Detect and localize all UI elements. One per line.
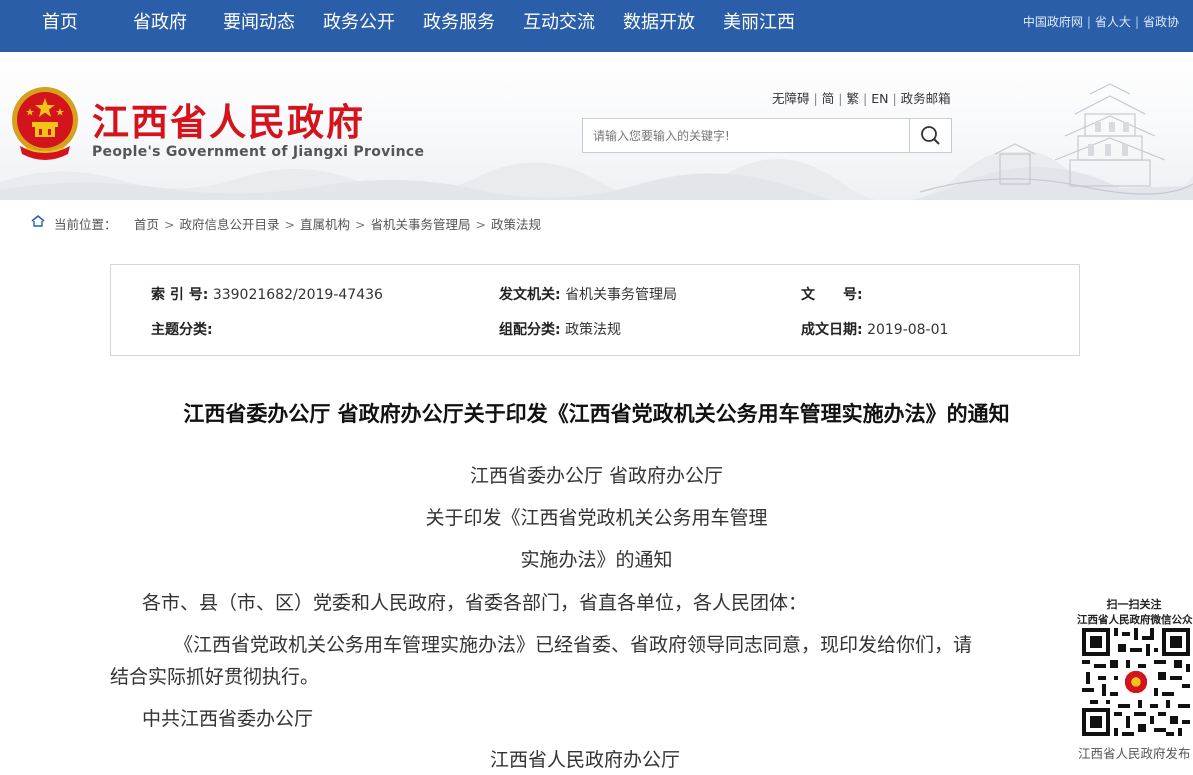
breadcrumb-item-affairs-bureau[interactable]: 省机关事务管理局 bbox=[371, 217, 471, 232]
divider: | bbox=[1134, 15, 1139, 29]
article-salutation: 各市、县（市、区）党委和人民政府，省委各部门，省直各单位，各人民团体： bbox=[142, 592, 808, 614]
meta-doc-number: 文 号: bbox=[801, 284, 863, 304]
nav-item-open-government[interactable]: 政务公开 bbox=[323, 0, 395, 52]
link-provincial-cppcc[interactable]: 省政协 bbox=[1143, 15, 1179, 29]
meta-date: 成文日期: 2019-08-01 bbox=[801, 319, 948, 339]
meta-issuer: 发文机关: 省机关事务管理局 bbox=[499, 284, 677, 304]
search-input[interactable] bbox=[583, 119, 909, 152]
meta-index-label: 索 引 号: bbox=[151, 287, 209, 303]
meta-date-label: 成文日期: bbox=[801, 322, 863, 338]
breadcrumb-separator: > bbox=[284, 217, 295, 232]
article-body-line: 《江西省党政机关公务用车管理实施办法》已经省委、省政府领导同志同意，现印发给你们… bbox=[174, 634, 973, 656]
link-simplified[interactable]: 简 bbox=[822, 91, 835, 106]
link-accessibility[interactable]: 无障碍 bbox=[772, 91, 810, 106]
article-signature: 江西省人民政府办公厅 bbox=[490, 749, 681, 771]
link-traditional[interactable]: 繁 bbox=[846, 91, 859, 106]
meta-issuer-value: 省机关事务管理局 bbox=[565, 287, 678, 303]
divider: | bbox=[838, 91, 843, 106]
nav-item-open-data[interactable]: 数据开放 bbox=[623, 0, 695, 52]
qr-heading: 扫一扫关注 bbox=[1106, 598, 1162, 611]
article-body-line: 结合实际抓好贯彻执行。 bbox=[110, 666, 320, 688]
nav-item-provincial-government[interactable]: 省政府 bbox=[133, 0, 187, 52]
nav-item-home[interactable]: 首页 bbox=[42, 0, 78, 52]
breadcrumb-item-home[interactable]: 首页 bbox=[134, 217, 159, 232]
link-china-gov[interactable]: 中国政府网 bbox=[1023, 15, 1083, 29]
breadcrumb-item-policy[interactable]: 政策法规 bbox=[491, 217, 541, 232]
meta-index-number: 索 引 号: 339021682/2019-47436 bbox=[151, 284, 383, 304]
top-external-links: 中国政府网 | 省人大 | 省政协 bbox=[1023, 13, 1179, 30]
qr-subheading: 江西省人民政府微信公众号 bbox=[1077, 614, 1193, 626]
wechat-qr-widget[interactable]: 扫一扫关注 江西省人民政府微信公众号 江西省人民政府发布 bbox=[1075, 590, 1193, 775]
article-heading-line: 关于印发《江西省党政机关公务用车管理 bbox=[425, 507, 768, 529]
divider: | bbox=[1086, 15, 1091, 29]
home-icon bbox=[31, 214, 45, 227]
accessibility-links: 无障碍 | 简 | 繁 | EN | 政务邮箱 bbox=[772, 88, 951, 107]
search-box bbox=[582, 118, 952, 153]
search-button[interactable] bbox=[909, 119, 951, 152]
article-heading-line: 实施办法》的通知 bbox=[520, 549, 673, 571]
site-title: 江西省人民政府 bbox=[92, 101, 365, 144]
link-gov-mail[interactable]: 政务邮箱 bbox=[901, 91, 951, 106]
article-heading-line: 江西省委办公厅 省政府办公厅 bbox=[469, 465, 724, 487]
nav-item-interaction[interactable]: 互动交流 bbox=[523, 0, 595, 52]
breadcrumb-separator: > bbox=[355, 217, 366, 232]
top-nav-bar: 首页 省政府 要闻动态 政务公开 政务服务 互动交流 数据开放 美丽江西 中国政… bbox=[0, 0, 1193, 52]
meta-category: 组配分类: 政策法规 bbox=[499, 319, 621, 339]
divider: | bbox=[892, 91, 897, 106]
article-title: 江西省委办公厅 省政府办公厅关于印发《江西省党政机关公务用车管理实施办法》的通知 bbox=[183, 402, 1010, 426]
meta-issuer-label: 发文机关: bbox=[499, 287, 561, 303]
breadcrumb-label: 当前位置： bbox=[54, 217, 117, 232]
link-english[interactable]: EN bbox=[871, 91, 888, 106]
qr-code-icon bbox=[1082, 628, 1190, 736]
breadcrumb-item-catalog[interactable]: 政府信息公开目录 bbox=[180, 217, 280, 232]
site-subtitle: People's Government of Jiangxi Province bbox=[92, 144, 425, 160]
breadcrumb-item-direct-agencies[interactable]: 直属机构 bbox=[300, 217, 350, 232]
divider: | bbox=[862, 91, 868, 106]
meta-category-value: 政策法规 bbox=[565, 322, 622, 338]
search-icon bbox=[921, 126, 940, 145]
meta-topic-label: 主题分类: bbox=[151, 322, 213, 338]
link-provincial-congress[interactable]: 省人大 bbox=[1095, 15, 1131, 29]
meta-doc-number-label: 文 号: bbox=[801, 287, 863, 303]
meta-date-value: 2019-08-01 bbox=[867, 322, 949, 338]
site-header: 江西省人民政府 People's Government of Jiangxi P… bbox=[0, 52, 1193, 200]
article-signature: 中共江西省委办公厅 bbox=[142, 708, 314, 730]
nav-item-services[interactable]: 政务服务 bbox=[423, 0, 495, 52]
qr-caption: 江西省人民政府发布 bbox=[1078, 746, 1191, 761]
nav-item-news[interactable]: 要闻动态 bbox=[223, 0, 295, 52]
breadcrumb-separator: > bbox=[475, 217, 486, 232]
breadcrumb: 当前位置： 首页 > 政府信息公开目录 > 直属机构 > 省机关事务管理局 > 政策法规 bbox=[0, 204, 1193, 240]
meta-topic: 主题分类: bbox=[151, 319, 213, 339]
breadcrumb-separator: > bbox=[164, 217, 175, 232]
meta-category-label: 组配分类: bbox=[499, 322, 561, 338]
breadcrumb-path: 首页 > 政府信息公开目录 > 直属机构 > 省机关事务管理局 > 政策法规 bbox=[134, 214, 541, 233]
nav-item-beautiful-jiangxi[interactable]: 美丽江西 bbox=[723, 0, 795, 52]
document-meta-box: 索 引 号: 339021682/2019-47436 发文机关: 省机关事务管… bbox=[110, 264, 1080, 356]
meta-index-value: 339021682/2019-47436 bbox=[212, 287, 383, 303]
divider: | bbox=[813, 91, 818, 106]
national-emblem-icon bbox=[12, 87, 78, 160]
